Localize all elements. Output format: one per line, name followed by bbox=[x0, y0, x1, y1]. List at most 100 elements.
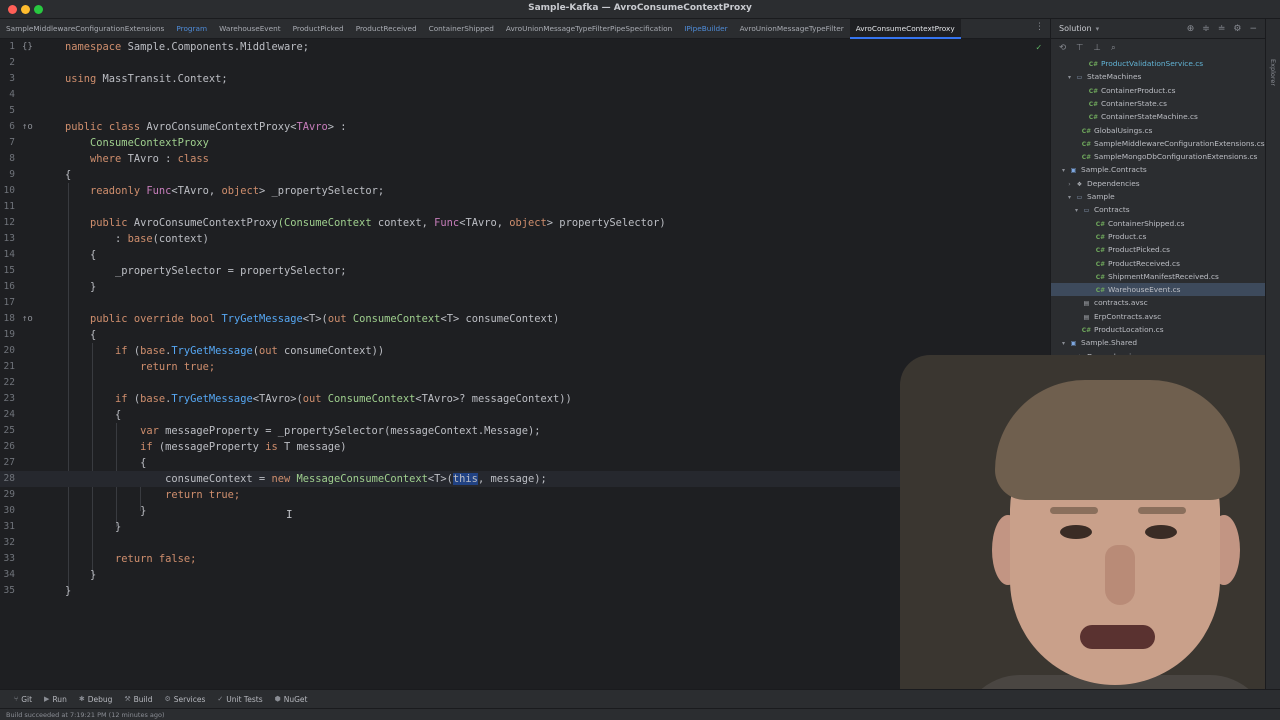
implements-gutter-icon[interactable]: ↑o bbox=[22, 119, 33, 135]
tree-item[interactable]: C# ProductLocation.cs bbox=[1051, 323, 1266, 336]
code-token: > propertySelector) bbox=[546, 217, 666, 229]
search-icon[interactable]: ⌕ bbox=[1111, 43, 1116, 53]
git-tool-button[interactable]: ⑂ Git bbox=[14, 695, 32, 704]
presenter-eye bbox=[1060, 525, 1092, 539]
chevron-down-icon[interactable]: ▾ bbox=[1059, 164, 1068, 177]
build-status-text[interactable]: Build succeeded at 7:19:21 PM (12 minute… bbox=[6, 711, 165, 719]
explorer-strip-button[interactable]: Explorer bbox=[1269, 59, 1277, 86]
tree-item[interactable]: ▤ ErpContracts.avsc bbox=[1051, 310, 1266, 323]
code-token: object bbox=[221, 185, 259, 197]
tree-item[interactable]: C# ContainerShipped.cs bbox=[1051, 217, 1266, 230]
hide-icon[interactable]: − bbox=[1249, 24, 1257, 34]
pin-icon[interactable]: ⊥ bbox=[1094, 43, 1101, 53]
code-token: > : bbox=[327, 121, 347, 133]
tree-item[interactable]: C# WarehouseEvent.cs bbox=[1051, 283, 1266, 297]
tree-item[interactable]: C# Product.cs bbox=[1051, 230, 1266, 243]
tree-item[interactable]: C# GlobalUsings.cs bbox=[1051, 124, 1266, 137]
code-line: 8 where TAvro : class bbox=[0, 151, 1050, 167]
line-number: 27 bbox=[3, 457, 15, 468]
tree-item[interactable]: ▾ ▭ Sample bbox=[1051, 190, 1266, 203]
nuget-tool-button[interactable]: ⬢ NuGet bbox=[275, 695, 308, 704]
code-token: consumeContext = bbox=[165, 473, 272, 485]
settings-icon[interactable]: ⚙ bbox=[1233, 24, 1241, 34]
tab-product-received[interactable]: ProductReceived bbox=[350, 19, 423, 39]
tree-item[interactable]: C# ShipmentManifestReceived.cs bbox=[1051, 270, 1266, 283]
tab-avro-union-message-type-filter[interactable]: AvroUnionMessageTypeFilter bbox=[734, 19, 850, 39]
tab-product-picked[interactable]: ProductPicked bbox=[287, 19, 350, 39]
solution-view-selector[interactable]: Solution bbox=[1059, 24, 1092, 33]
tree-item[interactable]: ▾ ▭ StateMachines bbox=[1051, 70, 1266, 83]
line-number: 16 bbox=[3, 281, 15, 292]
code-editor[interactable]: ✓ 1{} namespace Sample.Components.Middlew… bbox=[0, 39, 1050, 689]
unit-tests-tool-button[interactable]: ✓ Unit Tests bbox=[217, 695, 262, 704]
chevron-down-icon[interactable]: ▾ bbox=[1059, 337, 1068, 350]
code-line: 16 } bbox=[0, 279, 1050, 295]
tree-item[interactable]: C# ProductValidationService.cs bbox=[1051, 57, 1266, 70]
tree-item[interactable]: ▾ ▭ Contracts bbox=[1051, 203, 1266, 216]
code-token: if bbox=[115, 393, 128, 405]
tree-item[interactable]: C# ProductPicked.cs bbox=[1051, 243, 1266, 256]
run-tool-button[interactable]: ▶ Run bbox=[44, 695, 67, 704]
line-number: 25 bbox=[3, 425, 15, 436]
tree-item-label: Sample bbox=[1087, 192, 1115, 201]
build-tool-button[interactable]: ⚒ Build bbox=[124, 695, 152, 704]
code-token: <T> consumeContext) bbox=[440, 313, 560, 325]
code-line: 29 return true; bbox=[0, 487, 1050, 503]
tab-avro-consume-context-proxy[interactable]: AvroConsumeContextProxy bbox=[849, 18, 961, 39]
tab-ipipe-builder[interactable]: IPipeBuilder bbox=[678, 19, 733, 39]
line-number: 18 bbox=[3, 313, 15, 324]
tree-item[interactable]: C# SampleMongoDbConfigurationExtensions.c… bbox=[1051, 150, 1266, 163]
tree-item[interactable]: ›❖ Dependencies bbox=[1051, 177, 1266, 190]
line-number: 7 bbox=[9, 137, 15, 148]
code-token: { bbox=[115, 409, 122, 421]
code-token: consumeContext)) bbox=[277, 345, 385, 357]
tab-program[interactable]: Program bbox=[170, 19, 213, 39]
tree-item-label: Dependencies bbox=[1087, 178, 1140, 188]
tab-warehouse-event[interactable]: WarehouseEvent bbox=[213, 19, 286, 39]
tree-item[interactable]: C# SampleMiddlewareConfigurationExtension… bbox=[1051, 137, 1266, 150]
csharp-file-icon: C# bbox=[1095, 273, 1106, 281]
tab-sample-middleware-configuration-extensions[interactable]: SampleMiddlewareConfigurationExtensions bbox=[0, 19, 170, 39]
line-number: 29 bbox=[3, 489, 15, 500]
filter-icon[interactable]: ⊤ bbox=[1076, 43, 1083, 53]
tree-item[interactable]: C# ContainerProduct.cs bbox=[1051, 84, 1266, 97]
code-token: base bbox=[140, 345, 166, 357]
chevron-down-icon[interactable]: ▾ bbox=[1096, 25, 1100, 33]
solution-panel-toolbar: ⟲ ⊤ ⊥ ⌕ bbox=[1051, 39, 1265, 56]
expand-all-icon[interactable]: ≑ bbox=[1202, 24, 1210, 34]
collapse-all-icon[interactable]: ≐ bbox=[1218, 24, 1226, 34]
code-token: class bbox=[177, 153, 209, 165]
tree-item[interactable]: C# ContainerStateMachine.cs bbox=[1051, 110, 1266, 123]
chevron-down-icon[interactable]: ▾ bbox=[1065, 71, 1074, 84]
line-number: 8 bbox=[9, 153, 15, 164]
chevron-down-icon[interactable]: ▾ bbox=[1065, 191, 1074, 204]
line-number: 17 bbox=[3, 297, 15, 308]
code-line: 26 if (messageProperty is T message) bbox=[0, 439, 1050, 455]
code-token: <T>( bbox=[427, 473, 453, 485]
debug-tool-button[interactable]: ✱ Debug bbox=[79, 695, 113, 704]
services-tool-button[interactable]: ⚙ Services bbox=[164, 695, 205, 704]
code-line: 4 bbox=[0, 87, 1050, 103]
tree-item[interactable]: ▾ ▣ Sample.Contracts bbox=[1051, 163, 1266, 176]
tab-container-shipped[interactable]: ContainerShipped bbox=[423, 19, 500, 39]
tree-item[interactable]: C# ProductReceived.cs bbox=[1051, 257, 1266, 270]
code-token: public bbox=[90, 217, 128, 229]
tree-item-label: SampleMongoDbConfigurationExtensions.cs bbox=[1094, 152, 1258, 162]
code-token: TAvro bbox=[296, 121, 328, 133]
chevron-down-icon[interactable]: ▾ bbox=[1072, 204, 1081, 217]
csharp-file-icon: C# bbox=[1088, 61, 1099, 68]
more-tabs-icon[interactable]: ⋮ bbox=[1035, 22, 1044, 32]
code-token: public bbox=[90, 313, 128, 325]
code-line: 30 } bbox=[0, 503, 1050, 519]
tree-item-label: Sample.Contracts bbox=[1081, 165, 1147, 175]
sync-icon[interactable]: ⟲ bbox=[1059, 43, 1066, 53]
tree-item[interactable]: ▤ contracts.avsc bbox=[1051, 296, 1266, 309]
tab-avro-union-filter-pipe-spec[interactable]: AvroUnionMessageTypeFilterPipeSpecificat… bbox=[500, 19, 678, 39]
locate-icon[interactable]: ⊕ bbox=[1187, 24, 1195, 34]
tree-item[interactable]: ▾ ▣ Sample.Shared bbox=[1051, 336, 1266, 349]
tree-item[interactable]: C# ContainerState.cs bbox=[1051, 97, 1266, 110]
override-gutter-icon[interactable]: ↑o bbox=[22, 311, 33, 327]
chevron-right-icon[interactable]: › bbox=[1065, 178, 1074, 191]
title-bar: Sample-Kafka — AvroConsumeContextProxy bbox=[0, 0, 1280, 19]
selected-text[interactable]: this bbox=[452, 473, 478, 485]
